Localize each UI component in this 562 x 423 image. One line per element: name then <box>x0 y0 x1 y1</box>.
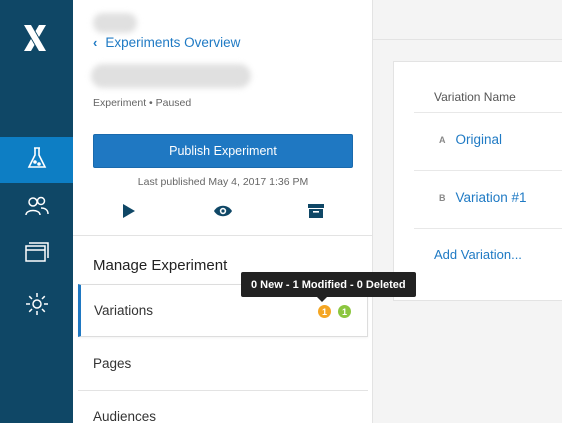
optimizely-x-logo[interactable] <box>22 24 48 52</box>
variation-name: Original <box>455 132 503 147</box>
gear-icon <box>25 292 49 321</box>
row-divider <box>414 170 562 171</box>
archive-button[interactable] <box>304 203 328 223</box>
menu-item-audiences[interactable]: Audiences <box>78 390 368 423</box>
nav-item-experiments[interactable] <box>0 137 73 183</box>
manage-experiment-heading: Manage Experiment <box>93 257 228 274</box>
row-divider <box>414 228 562 229</box>
chevron-left-icon: ‹ <box>93 35 98 50</box>
variations-card: Variation Name A Original B Variation #1… <box>393 61 562 301</box>
variation-letter: A <box>439 134 446 145</box>
variation-name: Variation #1 <box>455 190 527 205</box>
experiment-status: Experiment • Paused <box>93 97 192 109</box>
menu-item-pages[interactable]: Pages <box>78 337 368 390</box>
variation-letter: B <box>439 192 446 203</box>
nav-item-pages[interactable] <box>0 232 73 278</box>
back-link-label: Experiments Overview <box>105 35 241 50</box>
back-to-overview-link[interactable]: ‹ Experiments Overview <box>93 35 240 50</box>
left-nav <box>0 0 73 423</box>
changes-tooltip: 0 New - 1 Modified - 0 Deleted <box>241 272 416 302</box>
blurred-experiment-name <box>91 64 251 88</box>
archive-icon <box>308 203 324 223</box>
row-divider <box>414 112 562 113</box>
nav-item-audiences[interactable] <box>0 185 73 231</box>
variation-row-original[interactable]: A Original <box>439 132 502 147</box>
variation-count-badge: 1 <box>338 305 351 318</box>
top-bar <box>373 0 562 40</box>
menu-item-label: Pages <box>93 356 132 371</box>
last-published-text: Last published May 4, 2017 1:36 PM <box>137 176 309 188</box>
run-button[interactable] <box>117 203 141 223</box>
windows-icon <box>24 241 50 269</box>
add-variation-link[interactable]: Add Variation... <box>434 247 522 262</box>
menu-item-label: Audiences <box>93 409 157 423</box>
experiment-panel: ‹ Experiments Overview Experiment • Paus… <box>73 0 373 423</box>
modified-count-badge[interactable]: 1 <box>318 305 331 318</box>
flask-icon <box>26 146 48 175</box>
section-divider <box>73 235 373 236</box>
preview-button[interactable] <box>211 203 235 223</box>
menu-item-label: Variations <box>94 303 154 318</box>
publish-experiment-button[interactable]: Publish Experiment <box>93 134 353 168</box>
eye-icon <box>213 204 233 223</box>
audiences-icon <box>24 195 50 222</box>
variation-row-variation-1[interactable]: B Variation #1 <box>439 190 527 205</box>
nav-item-settings[interactable] <box>0 283 73 329</box>
experiment-actions <box>73 203 373 223</box>
variation-name-header: Variation Name <box>434 90 516 104</box>
blurred-breadcrumb <box>93 13 137 33</box>
play-icon <box>122 203 136 223</box>
